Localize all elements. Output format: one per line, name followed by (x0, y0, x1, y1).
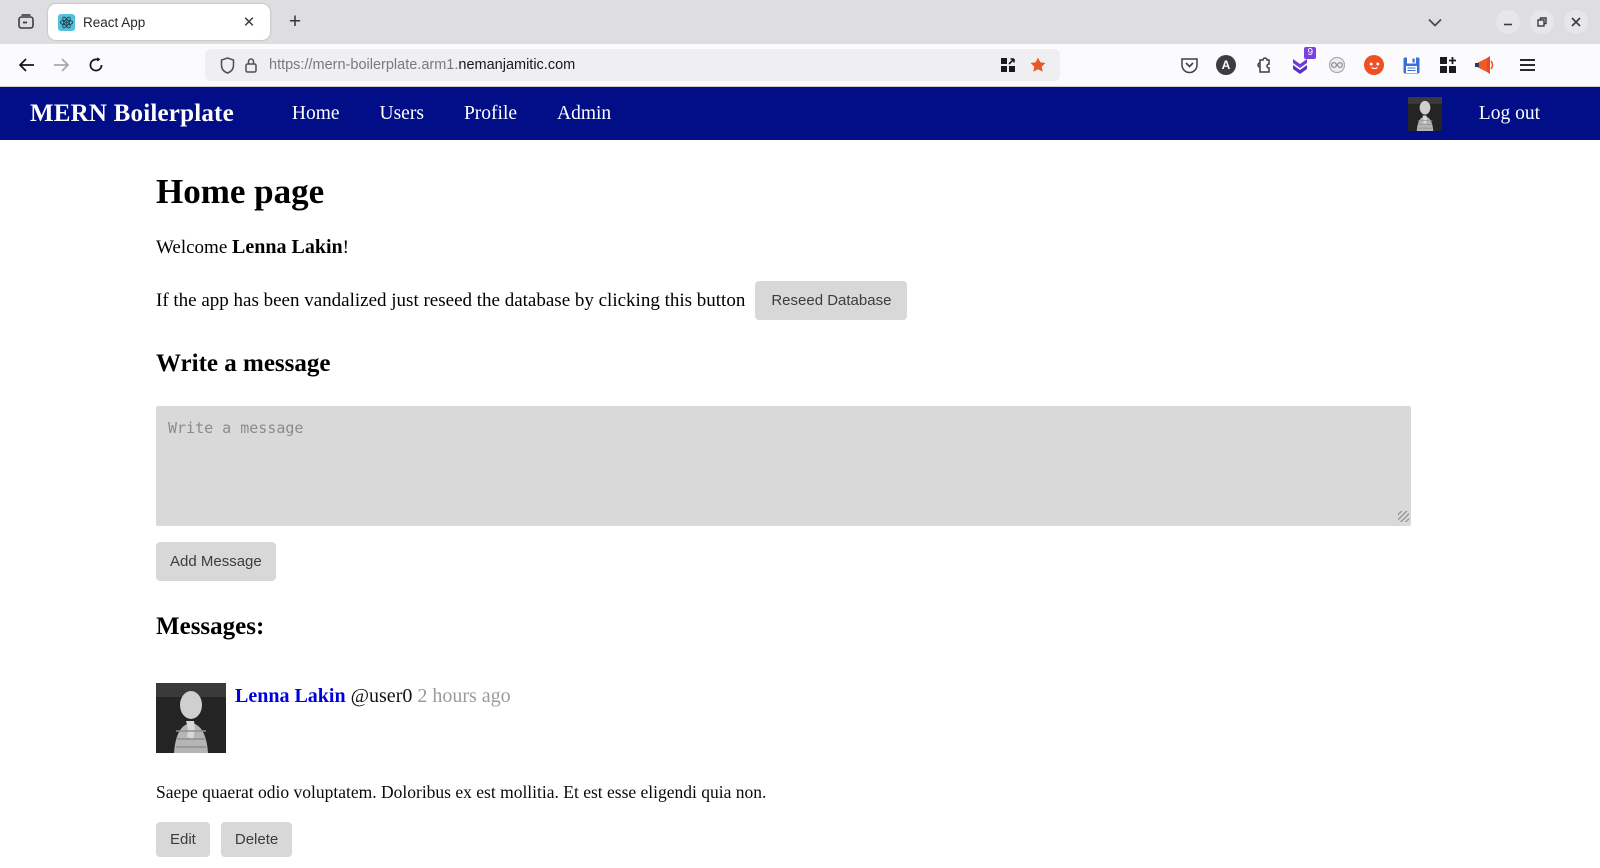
message-meta: Lenna Lakin @user0 2 hours ago (235, 683, 511, 708)
nav-links: Home Users Profile Admin (292, 103, 611, 125)
message-timestamp: 2 hours ago (417, 685, 510, 707)
extension-strip: A 9 (1175, 51, 1499, 79)
forward-button-icon[interactable] (45, 49, 77, 81)
shield-icon[interactable] (215, 57, 239, 74)
welcome-username: Lenna Lakin (232, 236, 343, 258)
url-subdomain: https://mern-boilerplate.arm1. (269, 57, 458, 73)
browser-tab[interactable]: React App ✕ (48, 4, 270, 40)
list-all-tabs-chevron-icon[interactable] (1420, 7, 1450, 37)
window-controls (1496, 10, 1588, 34)
menu-hamburger-icon[interactable] (1511, 49, 1543, 81)
reseed-database-button[interactable]: Reseed Database (755, 281, 907, 320)
message-body: Saepe quaerat odio voluptatem. Doloribus… (156, 782, 1411, 803)
restore-window-button[interactable] (1530, 10, 1554, 34)
downloader-arrows-icon[interactable]: 9 (1286, 51, 1314, 79)
back-button-icon[interactable] (10, 49, 42, 81)
edit-button[interactable]: Edit (156, 822, 210, 857)
welcome-text: Welcome Lenna Lakin! (156, 236, 1411, 259)
url-host: nemanjamitic.com (458, 57, 575, 73)
message-author-link[interactable]: Lenna Lakin (235, 685, 346, 707)
url-text[interactable]: https://mern-boilerplate.arm1.nemanjamit… (269, 57, 996, 73)
message-avatar[interactable] (156, 683, 226, 753)
add-message-button[interactable]: Add Message (156, 542, 276, 581)
textarea-resize-handle[interactable] (1398, 511, 1409, 522)
url-bar[interactable]: https://mern-boilerplate.arm1.nemanjamit… (205, 49, 1060, 81)
tab-title: React App (83, 15, 238, 30)
extension-badge: 9 (1304, 47, 1316, 59)
reddit-icon[interactable] (1360, 51, 1388, 79)
app-navbar: MERN Boilerplate Home Users Profile Admi… (0, 87, 1600, 140)
page-content: Home page Welcome Lenna Lakin! If the ap… (0, 140, 1411, 857)
page-title: Home page (156, 172, 1411, 212)
extension-puzzle-icon[interactable] (1249, 51, 1277, 79)
firefox-view-icon[interactable] (10, 6, 42, 38)
nav-link-profile[interactable]: Profile (464, 103, 517, 125)
nav-link-users[interactable]: Users (380, 103, 424, 125)
message-item: Lenna Lakin @user0 2 hours ago Saepe qua… (156, 683, 1411, 857)
lock-icon[interactable] (239, 57, 263, 74)
close-window-button[interactable] (1564, 10, 1588, 34)
browser-tab-bar: React App ✕ + (0, 0, 1600, 44)
nav-link-admin[interactable]: Admin (557, 103, 611, 125)
container-grid-arrow-icon[interactable] (996, 57, 1020, 73)
delete-button[interactable]: Delete (221, 822, 292, 857)
navbar-avatar[interactable] (1408, 97, 1442, 131)
new-tab-button[interactable]: + (280, 7, 310, 37)
messages-heading: Messages: (156, 613, 1411, 641)
react-favicon-icon (58, 14, 75, 31)
bookmark-star-icon[interactable] (1026, 56, 1050, 74)
message-handle: @user0 (351, 685, 413, 707)
reseed-text: If the app has been vandalized just rese… (156, 290, 745, 312)
write-message-heading: Write a message (156, 350, 1411, 378)
reload-button-icon[interactable] (80, 49, 112, 81)
tab-close-icon[interactable]: ✕ (238, 11, 260, 33)
pocket-icon[interactable] (1175, 51, 1203, 79)
spectacles-globe-icon[interactable] (1323, 51, 1351, 79)
nav-link-home[interactable]: Home (292, 103, 340, 125)
squares-plus-icon[interactable] (1434, 51, 1462, 79)
logout-link[interactable]: Log out (1479, 103, 1540, 125)
reseed-row: If the app has been vandalized just rese… (156, 281, 1411, 320)
letter-a-circle-icon[interactable]: A (1212, 51, 1240, 79)
brand-title[interactable]: MERN Boilerplate (30, 100, 234, 128)
message-head: Lenna Lakin @user0 2 hours ago (156, 683, 1411, 753)
minimize-button[interactable] (1496, 10, 1520, 34)
floppy-save-icon[interactable] (1397, 51, 1425, 79)
message-actions: Edit Delete (156, 822, 1411, 857)
message-textarea[interactable] (156, 406, 1411, 526)
message-textarea-wrap (156, 406, 1411, 526)
megaphone-icon[interactable] (1471, 51, 1499, 79)
browser-toolbar: https://mern-boilerplate.arm1.nemanjamit… (0, 44, 1600, 87)
